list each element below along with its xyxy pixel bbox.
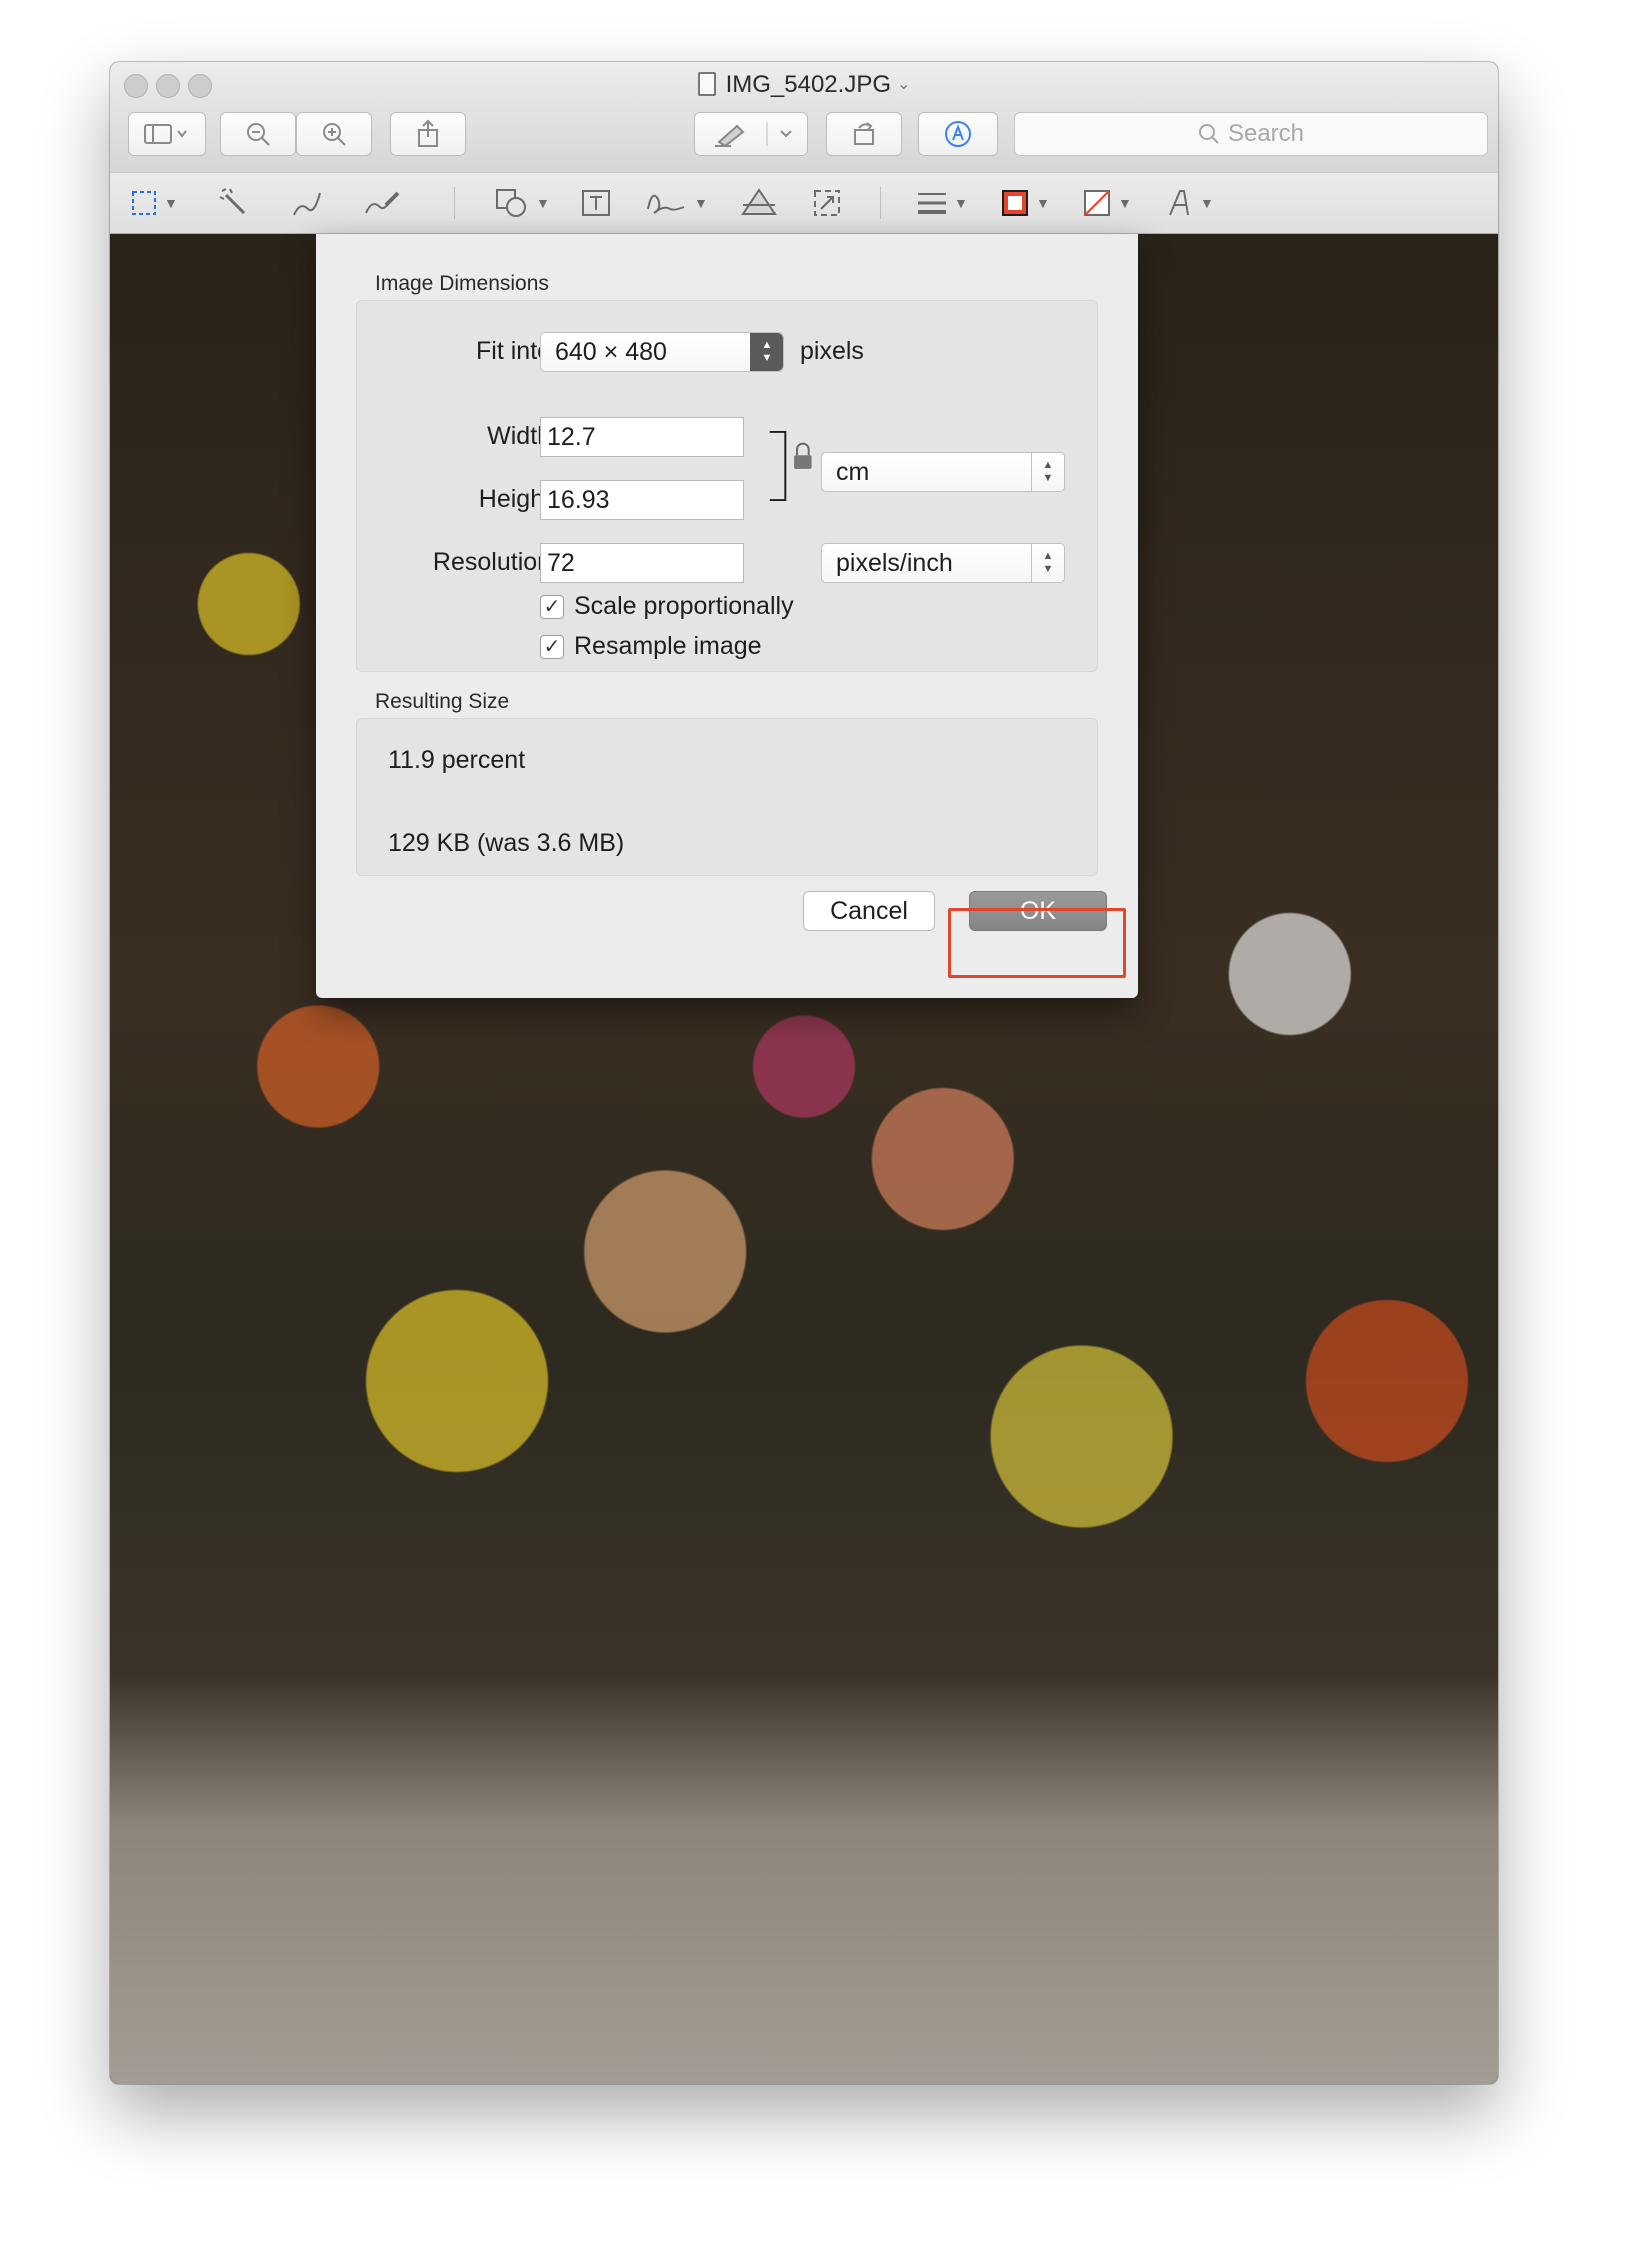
shapes-icon (496, 189, 526, 217)
resample-image-checkbox[interactable]: ✓ Resample image (540, 632, 762, 661)
cancel-button[interactable]: Cancel (803, 891, 935, 931)
zoom-out-button[interactable] (220, 112, 296, 156)
share-button[interactable] (390, 112, 466, 156)
ok-button-highlight-annotation (948, 908, 1126, 978)
width-field[interactable]: 12.7 (540, 417, 744, 457)
signature-icon (647, 194, 685, 214)
result-file-size: 129 KB (was 3.6 MB) (388, 829, 625, 857)
window-title: IMG_5402.JPG (725, 71, 891, 98)
checkmark-icon: ✓ (540, 594, 564, 619)
fill-color-tool[interactable]: ▼ (1082, 185, 1132, 221)
text-style-icon (1169, 190, 1189, 216)
sketch-icon (293, 192, 321, 216)
adjust-color-prism-icon (741, 188, 777, 215)
border-color-dropdown-chevron-icon: ▼ (1036, 195, 1050, 211)
size-unit-value: cm (836, 457, 870, 486)
draw-icon (365, 191, 400, 214)
fit-into-popup[interactable]: 640 × 480 ▲ ▼ (540, 332, 784, 372)
zoom-in-button[interactable] (296, 112, 372, 156)
sign-tool[interactable]: ▼ (644, 185, 708, 221)
scale-proportionally-label: Scale proportionally (574, 592, 794, 620)
width-label: Width: (487, 422, 558, 450)
markup-toolbar-button[interactable] (918, 112, 998, 156)
rotate-icon (854, 122, 874, 145)
zoom-out-icon (247, 123, 270, 146)
search-field[interactable]: Search (1014, 112, 1488, 156)
markup-toolbar: ▼ ▼ ▼ ▼ ▼ ▼ ▼ (110, 172, 1498, 234)
draw-tool[interactable] (362, 185, 402, 221)
share-icon (418, 119, 438, 147)
title-bar: IMG_5402.JPG ⌄ Search (110, 62, 1498, 172)
highlighter-icon (715, 122, 792, 148)
search-icon (1198, 124, 1219, 144)
rotate-button[interactable] (826, 112, 902, 156)
fill-color-none-icon (1084, 190, 1110, 216)
text-tool[interactable] (580, 185, 612, 221)
resolution-field[interactable]: 72 (540, 543, 744, 583)
scale-proportionally-checkbox[interactable]: ✓ Scale proportionally (540, 592, 794, 621)
resolution-unit-popup[interactable]: pixels/inch ▲ ▼ (821, 543, 1065, 583)
border-color-icon (1002, 190, 1028, 216)
popup-arrows-icon: ▲ ▼ (750, 333, 783, 371)
highlight-button[interactable] (694, 112, 808, 156)
border-color-tool[interactable]: ▼ (1000, 185, 1050, 221)
magic-wand-icon (219, 188, 246, 215)
selection-tool[interactable]: ▼ (130, 185, 178, 221)
adjust-size-dialog: Image Dimensions Fit into: 640 × 480 ▲ ▼ … (316, 234, 1138, 998)
sidebar-icon (144, 124, 187, 144)
shape-style-tool[interactable]: ▼ (916, 185, 968, 221)
document-icon (697, 72, 716, 96)
rectangular-selection-icon (132, 191, 156, 215)
sketch-tool[interactable] (290, 185, 326, 221)
image-dimensions-title: Image Dimensions (375, 272, 549, 295)
size-unit-popup[interactable]: cm ▲ ▼ (821, 452, 1065, 492)
zoom-in-icon (323, 123, 346, 146)
sign-dropdown-chevron-icon: ▼ (694, 195, 708, 211)
resample-image-label: Resample image (574, 632, 762, 660)
shapes-tool[interactable]: ▼ (494, 185, 550, 221)
fit-into-value: 640 × 480 (555, 337, 667, 366)
window-title-area[interactable]: IMG_5402.JPG ⌄ (110, 71, 1498, 99)
toolbar-separator (454, 187, 455, 219)
fit-into-label: Fit into: (476, 337, 558, 365)
instant-alpha-tool[interactable] (218, 185, 250, 221)
title-chevron-icon: ⌄ (897, 76, 911, 93)
adjust-color-tool[interactable] (740, 185, 778, 221)
result-percent: 11.9 percent (388, 746, 526, 774)
preview-window: IMG_5402.JPG ⌄ Search ▼ ▼ ▼ ▼ ▼ ▼ ▼ Imag… (110, 62, 1498, 2084)
resulting-size-title: Resulting Size (375, 690, 510, 713)
fit-into-unit: pixels (800, 337, 864, 365)
text-style-tool[interactable]: ▼ (1164, 185, 1214, 221)
adjust-size-icon (814, 190, 840, 216)
text-style-dropdown-chevron-icon: ▼ (1200, 195, 1214, 211)
markup-pen-circle-icon (945, 121, 971, 147)
line-style-icon (918, 193, 946, 214)
shape-style-dropdown-chevron-icon: ▼ (954, 195, 968, 211)
adjust-size-tool[interactable] (812, 185, 842, 221)
search-placeholder: Search (1227, 120, 1305, 147)
resolution-label: Resolution: (432, 548, 558, 576)
sidebar-toggle-button[interactable] (128, 112, 206, 156)
checkmark-icon: ✓ (540, 634, 564, 659)
shapes-dropdown-chevron-icon: ▼ (536, 195, 550, 211)
fill-color-dropdown-chevron-icon: ▼ (1118, 195, 1132, 211)
toolbar-separator (880, 187, 881, 219)
popup-arrows-icon: ▲ ▼ (1031, 544, 1064, 582)
popup-arrows-icon: ▲ ▼ (1031, 453, 1064, 491)
height-label: Height: (478, 485, 558, 513)
text-box-icon (582, 190, 610, 216)
resolution-unit-value: pixels/inch (836, 548, 953, 577)
selection-dropdown-chevron-icon: ▼ (164, 195, 178, 211)
height-field[interactable]: 16.93 (540, 480, 744, 520)
